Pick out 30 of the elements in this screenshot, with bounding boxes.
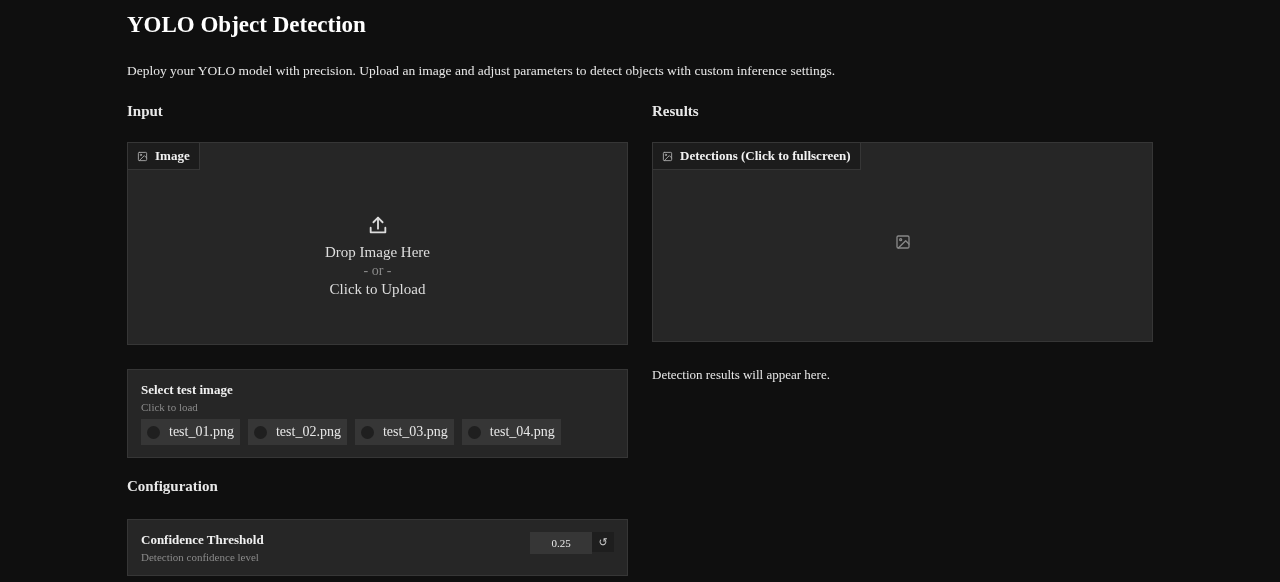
upload-text: Click to Upload: [329, 280, 426, 298]
or-text: - or -: [363, 262, 392, 279]
drop-text: Drop Image Here: [325, 243, 430, 261]
card-title: Select test image: [141, 382, 234, 398]
example-option[interactable]: test_04.png: [461, 419, 561, 445]
label-text: Detections (Click to fullscreen): [680, 148, 851, 164]
section-heading: Input: [127, 103, 164, 120]
section-heading: Results: [652, 103, 700, 120]
output-image-area[interactable]: Detections (Click to fullscreen): [652, 142, 1153, 342]
example-option[interactable]: test_01.png: [141, 419, 240, 445]
label-text: Image: [155, 148, 190, 164]
image-icon: [894, 234, 911, 250]
slider-label: Confidence Threshold: [141, 532, 264, 548]
page-title: YOLO Object Detection: [127, 12, 367, 38]
example-option[interactable]: test_03.png: [354, 419, 454, 445]
image-upload-area[interactable]: Image Drop Image Here - or - Click to Upload: [127, 142, 628, 345]
image-icon: [137, 150, 148, 162]
number-input[interactable]: 0.25: [530, 532, 592, 554]
section-heading: Configuration: [127, 478, 219, 495]
option-label: test_03.png: [382, 424, 448, 440]
results-message: Detection results will appear here.: [652, 367, 831, 383]
card-hint: Click to load: [141, 401, 199, 413]
image-icon: [662, 150, 673, 162]
reset-button[interactable]: ↺: [592, 532, 614, 552]
slider-hint: Detection confidence level: [141, 551, 260, 563]
option-label: test_01.png: [169, 424, 234, 440]
example-option[interactable]: test_02.png: [247, 419, 347, 445]
option-label: test_02.png: [275, 424, 341, 440]
option-label: test_04.png: [489, 424, 555, 440]
description: Deploy your YOLO model with precision. Upload an image and adjust parameters to detect objects with custom inference settings.: [127, 63, 837, 79]
